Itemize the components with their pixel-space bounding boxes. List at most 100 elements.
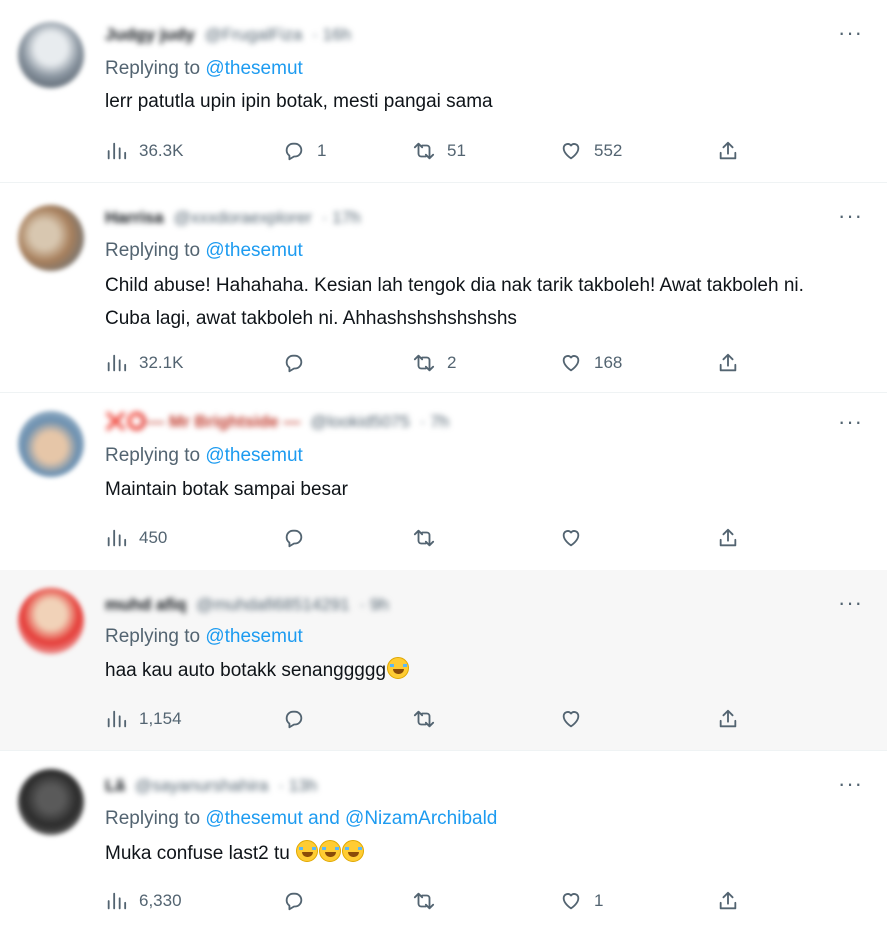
user-handle[interactable]: @lookid5075 — [310, 412, 410, 432]
views-bar-chart-icon — [107, 354, 127, 372]
share-button[interactable] — [717, 138, 739, 164]
tweet-text: Child abuse! Hahahaha. Kesian lah tengok… — [105, 275, 804, 329]
more-options-button[interactable]: ··· — [838, 592, 863, 614]
share-upload-icon — [719, 353, 737, 372]
action-bar: 32.1K 2 168 — [105, 350, 765, 376]
heart-icon — [562, 143, 580, 160]
reply-button[interactable] — [283, 525, 317, 551]
reply-bubble-icon — [285, 529, 303, 548]
share-upload-icon — [719, 891, 737, 910]
share-button[interactable] — [717, 888, 739, 914]
retweet-button[interactable]: 2 — [413, 350, 456, 376]
reply-button[interactable] — [283, 706, 317, 732]
avatar[interactable] — [18, 205, 84, 271]
tweet-item[interactable]: Judgy judy @FrugalFiza · 16h ··· Replyin… — [0, 0, 887, 183]
user-handle[interactable]: @FrugalFiza — [205, 25, 303, 45]
reply-bubble-icon — [285, 710, 303, 729]
like-button[interactable] — [560, 706, 594, 732]
avatar[interactable] — [18, 22, 84, 88]
action-bar: 36.3K 1 51 552 — [105, 138, 765, 164]
timestamp[interactable]: · 7h — [420, 412, 449, 432]
timestamp[interactable]: · 9h — [360, 595, 389, 615]
reply-button[interactable] — [283, 888, 317, 914]
timestamp[interactable]: · 16h — [312, 25, 351, 45]
tweet-header: Judgy judy @FrugalFiza · 16h — [105, 22, 351, 48]
more-horizontal-icon: ··· — [838, 590, 863, 615]
views-button[interactable]: 36.3K — [105, 138, 183, 164]
tweet-text: Maintain botak sampai besar — [105, 479, 348, 500]
reply-button[interactable]: 1 — [283, 138, 326, 164]
more-horizontal-icon: ··· — [838, 771, 863, 796]
replying-to-label: Replying to — [105, 626, 206, 647]
reply-bubble-icon — [285, 892, 303, 911]
heart-icon — [562, 530, 580, 547]
more-options-button[interactable]: ··· — [838, 411, 863, 433]
display-name[interactable]: Judgy judy — [105, 25, 195, 45]
retweet-button[interactable]: 51 — [413, 138, 466, 164]
share-button[interactable] — [717, 525, 739, 551]
more-horizontal-icon: ··· — [838, 203, 863, 228]
avatar[interactable] — [18, 588, 84, 654]
views-count: 450 — [139, 528, 168, 547]
views-button[interactable]: 450 — [105, 525, 167, 551]
replying-to-label: Replying to — [105, 240, 206, 261]
display-name[interactable]: muhd afiq — [105, 595, 186, 615]
like-button[interactable]: 1 — [560, 888, 603, 914]
user-handle[interactable]: @muhdafi68514291 — [196, 595, 349, 615]
replying-to-line: Replying to @thesemut — [105, 240, 303, 262]
tweet-item[interactable]: Harrisa @xxxdoraexplorer · 17h ··· Reply… — [0, 183, 887, 393]
mention-link[interactable]: @thesemut — [205, 445, 302, 466]
views-button[interactable]: 1,154 — [105, 706, 182, 732]
more-horizontal-icon: ··· — [838, 409, 863, 434]
mention-link[interactable]: @thesemut — [205, 58, 302, 79]
views-bar-chart-icon — [107, 142, 127, 160]
like-count: 168 — [594, 353, 623, 372]
mention-link[interactable]: @thesemut — [205, 240, 302, 261]
replying-to-label: Replying to — [105, 58, 206, 79]
more-options-button[interactable]: ··· — [838, 205, 863, 227]
retweet-icon — [413, 529, 435, 547]
display-name[interactable]: Lã — [105, 776, 125, 796]
like-button[interactable] — [560, 525, 594, 551]
like-button[interactable]: 168 — [560, 350, 622, 376]
display-name[interactable]: Harrisa — [105, 208, 164, 228]
views-button[interactable]: 6,330 — [105, 888, 182, 914]
reply-bubble-icon — [285, 142, 303, 161]
tweet-text: Muka confuse last2 tu — [105, 843, 290, 864]
share-button[interactable] — [717, 350, 739, 376]
views-button[interactable]: 32.1K — [105, 350, 183, 376]
avatar[interactable] — [18, 411, 84, 477]
mention-link[interactable]: @thesemut and @NizamArchibald — [205, 808, 497, 829]
retweet-button[interactable] — [413, 525, 447, 551]
like-count: 552 — [594, 141, 623, 160]
retweet-button[interactable] — [413, 706, 447, 732]
action-bar: 450 — [105, 525, 765, 551]
tweet-item[interactable]: Lã @sayanurshahira · 13h ··· Replying to… — [0, 751, 887, 925]
timestamp[interactable]: · 13h — [278, 776, 317, 796]
share-button[interactable] — [717, 706, 739, 732]
replying-to-line: Replying to @thesemut — [105, 626, 303, 648]
user-handle[interactable]: @sayanurshahira — [135, 776, 269, 796]
retweet-button[interactable] — [413, 888, 447, 914]
mention-link[interactable]: @thesemut — [205, 626, 302, 647]
replying-to-line: Replying to @thesemut — [105, 445, 303, 467]
retweet-icon — [413, 892, 435, 910]
retweet-icon — [413, 710, 435, 728]
tweet-header: Harrisa @xxxdoraexplorer · 17h — [105, 205, 361, 231]
reply-button[interactable] — [283, 350, 317, 376]
like-button[interactable]: 552 — [560, 138, 622, 164]
views-count: 6,330 — [139, 891, 182, 910]
user-handle[interactable]: @xxxdoraexplorer — [174, 208, 312, 228]
avatar[interactable] — [18, 769, 84, 835]
tweet-item[interactable]: muhd afiq @muhdafi68514291 · 9h ··· Repl… — [0, 570, 887, 751]
tweet-item[interactable]: ❌⭕— Mr Brightside — @lookid5075 · 7h ···… — [0, 393, 887, 570]
reply-count: 1 — [317, 141, 327, 160]
action-bar: 6,330 1 — [105, 888, 765, 914]
tweet-text: lerr patutla upin ipin botak, mesti pang… — [105, 91, 493, 112]
reply-feed: Judgy judy @FrugalFiza · 16h ··· Replyin… — [0, 0, 887, 925]
more-options-button[interactable]: ··· — [838, 773, 863, 795]
replying-to-label: Replying to — [105, 808, 206, 829]
display-name[interactable]: ❌⭕— Mr Brightside — — [105, 412, 300, 432]
more-options-button[interactable]: ··· — [838, 22, 863, 44]
timestamp[interactable]: · 17h — [322, 208, 361, 228]
